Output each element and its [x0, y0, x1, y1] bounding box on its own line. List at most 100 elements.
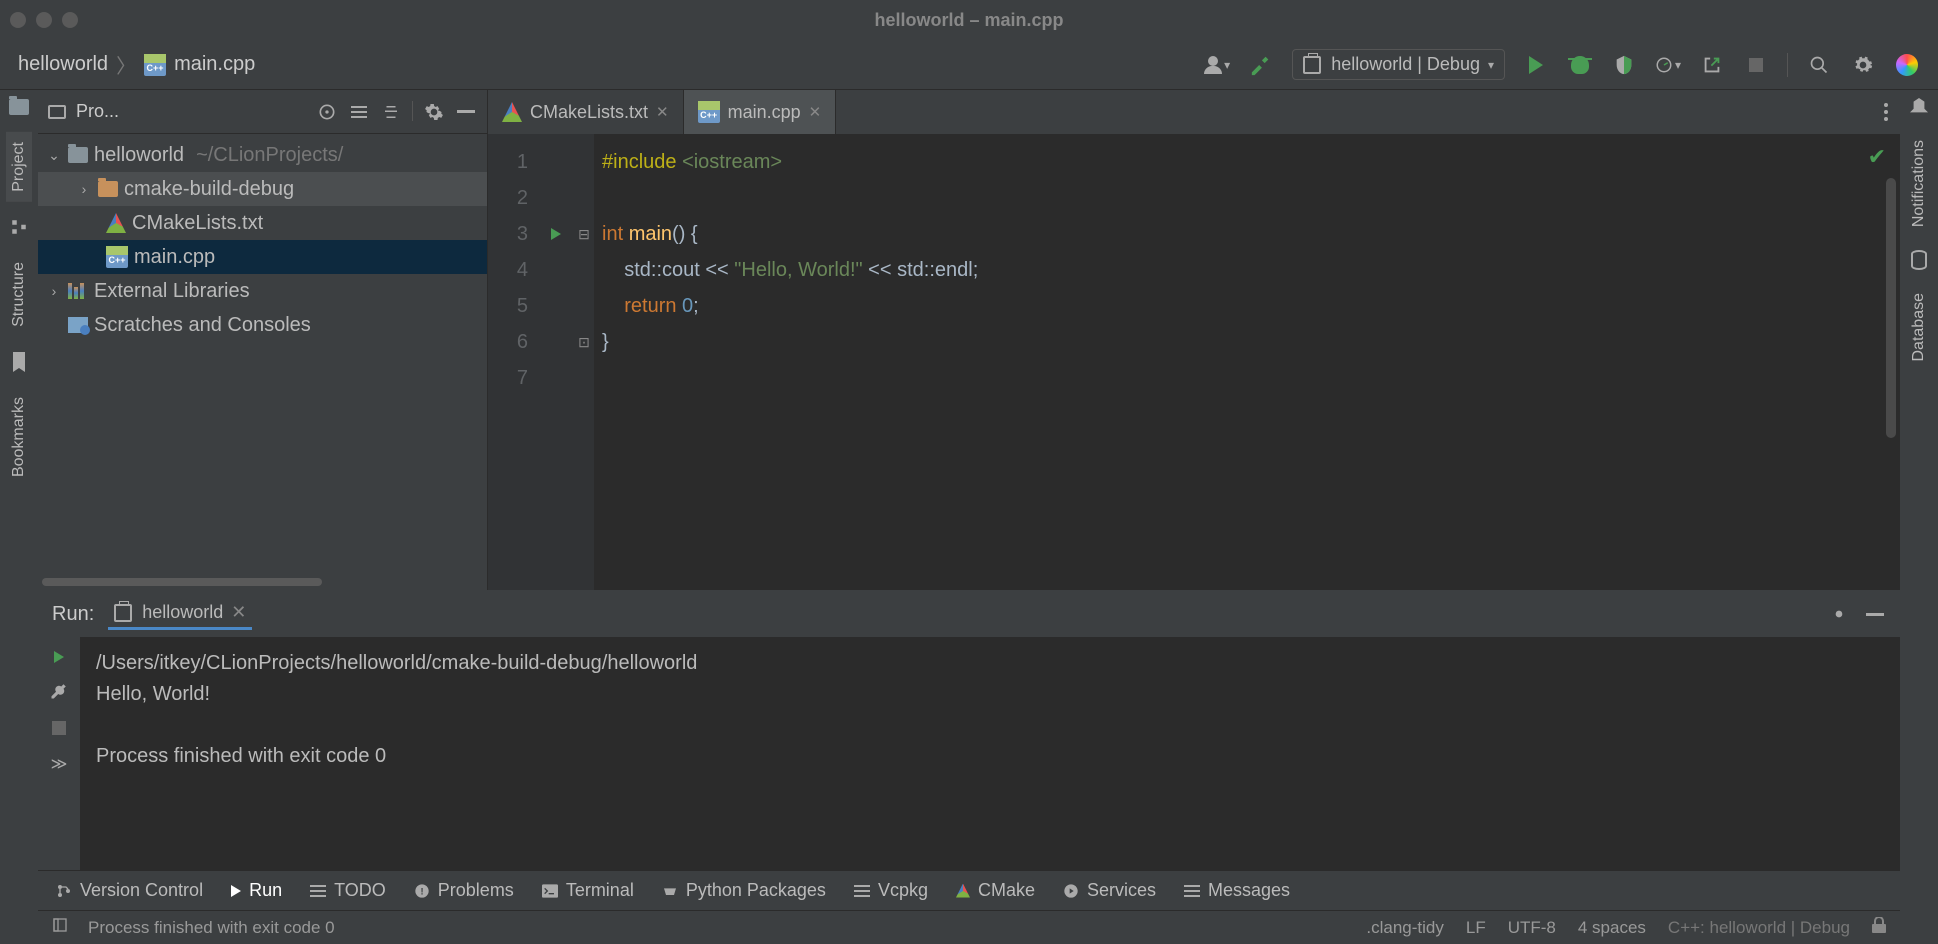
- bb-services[interactable]: Services: [1063, 880, 1156, 901]
- run-gutter: [538, 134, 574, 590]
- tree-label: Scratches and Consoles: [94, 314, 311, 337]
- database-rail-icon[interactable]: [1908, 249, 1930, 271]
- fold-end-icon[interactable]: ⊡: [574, 324, 594, 360]
- database-rail-tab[interactable]: Database: [1906, 283, 1932, 372]
- structure-rail-tab[interactable]: Structure: [6, 252, 32, 337]
- select-opened-icon[interactable]: [316, 101, 338, 123]
- bookmarks-rail-icon[interactable]: [8, 351, 30, 373]
- tree-cmakelists[interactable]: CMakeLists.txt: [38, 206, 487, 240]
- project-view-icon[interactable]: [48, 105, 66, 119]
- status-clang[interactable]: .clang-tidy: [1366, 918, 1443, 938]
- breadcrumb[interactable]: helloworld 〉 main.cpp: [0, 50, 255, 79]
- project-panel-header: Pro...: [38, 90, 487, 134]
- tree-label: main.cpp: [134, 246, 215, 269]
- tree-cmake-build[interactable]: › cmake-build-debug: [38, 172, 487, 206]
- build-hammer-icon[interactable]: [1248, 52, 1274, 78]
- console-output[interactable]: /Users/itkey/CLionProjects/helloworld/cm…: [80, 637, 1900, 870]
- run-panel-tab[interactable]: helloworld ✕: [108, 598, 252, 630]
- coverage-icon[interactable]: [1611, 52, 1637, 78]
- status-lock-icon[interactable]: [1872, 917, 1886, 938]
- collapse-all-icon[interactable]: [380, 101, 402, 123]
- chevron-right-icon[interactable]: ›: [46, 283, 62, 299]
- notifications-rail-icon[interactable]: [1908, 96, 1930, 118]
- tree-root[interactable]: ⌄ helloworld ~/CLionProjects/: [38, 138, 487, 172]
- bb-terminal[interactable]: Terminal: [542, 880, 634, 901]
- window-controls: [10, 12, 78, 28]
- line-number-gutter[interactable]: 1 2 3 4 5 6 7: [488, 134, 538, 590]
- svg-text:!: !: [420, 886, 423, 896]
- bb-vcpkg[interactable]: Vcpkg: [854, 880, 928, 901]
- rerun-icon[interactable]: [54, 647, 64, 668]
- close-tab-icon[interactable]: ✕: [809, 103, 822, 121]
- profile-icon[interactable]: ▾: [1655, 52, 1681, 78]
- stop-icon[interactable]: [52, 719, 66, 740]
- structure-rail-icon[interactable]: [8, 216, 30, 238]
- status-context[interactable]: C++: helloworld | Debug: [1668, 918, 1850, 938]
- bb-run[interactable]: Run: [231, 880, 282, 901]
- project-tree[interactable]: ⌄ helloworld ~/CLionProjects/ › cmake-bu…: [38, 134, 487, 574]
- tab-main-cpp[interactable]: main.cpp ✕: [684, 90, 837, 134]
- tab-cmakelists[interactable]: CMakeLists.txt ✕: [488, 90, 684, 134]
- run-line-icon[interactable]: [538, 216, 574, 252]
- breadcrumb-root[interactable]: helloworld: [18, 53, 108, 76]
- bb-python[interactable]: Python Packages: [662, 880, 826, 901]
- attach-icon[interactable]: [1699, 52, 1725, 78]
- project-panel: Pro... ⌄ helloworld ~/: [38, 90, 488, 590]
- status-tool-icon[interactable]: [52, 917, 68, 938]
- tab-options-icon[interactable]: [1884, 103, 1888, 121]
- run-settings-icon[interactable]: [1828, 603, 1850, 625]
- bb-cmake[interactable]: CMake: [956, 880, 1035, 901]
- status-encoding[interactable]: UTF-8: [1508, 918, 1556, 938]
- maximize-window[interactable]: [62, 12, 78, 28]
- folder-icon: [68, 147, 88, 163]
- breadcrumb-file[interactable]: main.cpp: [174, 53, 255, 76]
- run-configuration-selector[interactable]: helloworld | Debug ▾: [1292, 49, 1505, 80]
- close-window[interactable]: [10, 12, 26, 28]
- minimize-window[interactable]: [36, 12, 52, 28]
- notifications-rail-tab[interactable]: Notifications: [1906, 130, 1932, 237]
- status-line-ending[interactable]: LF: [1466, 918, 1486, 938]
- tree-label: CMakeLists.txt: [132, 212, 263, 235]
- code-area[interactable]: 1 2 3 4 5 6 7 ⊟: [488, 134, 1900, 590]
- hide-run-panel-icon[interactable]: [1864, 603, 1886, 625]
- bb-version-control[interactable]: Version Control: [56, 880, 203, 901]
- search-icon[interactable]: [1806, 52, 1832, 78]
- tree-label: External Libraries: [94, 280, 250, 303]
- status-indent[interactable]: 4 spaces: [1578, 918, 1646, 938]
- more-icon[interactable]: ≫: [51, 754, 68, 774]
- analysis-ok-icon[interactable]: ✔: [1868, 144, 1886, 170]
- tree-main-cpp[interactable]: main.cpp: [38, 240, 487, 274]
- panel-settings-icon[interactable]: [423, 101, 445, 123]
- project-panel-title[interactable]: Pro...: [76, 101, 119, 122]
- expand-all-icon[interactable]: [348, 101, 370, 123]
- project-rail-tab[interactable]: Project: [6, 132, 32, 202]
- tree-external-libs[interactable]: › External Libraries: [38, 274, 487, 308]
- breadcrumb-separator: 〉: [116, 50, 136, 79]
- settings-icon[interactable]: [1850, 52, 1876, 78]
- tree-scratches[interactable]: Scratches and Consoles: [38, 308, 487, 342]
- user-icon[interactable]: ▾: [1204, 52, 1230, 78]
- chevron-down-icon[interactable]: ⌄: [46, 147, 62, 164]
- wrench-icon[interactable]: [50, 682, 68, 705]
- close-run-tab-icon[interactable]: ✕: [231, 602, 246, 623]
- code-text[interactable]: #include <iostream> int main() { std::co…: [594, 134, 1900, 590]
- hide-panel-icon[interactable]: [455, 101, 477, 123]
- project-rail-icon[interactable]: [8, 96, 30, 118]
- bb-todo[interactable]: TODO: [310, 880, 386, 901]
- bookmarks-rail-tab[interactable]: Bookmarks: [6, 387, 32, 487]
- fold-start-icon[interactable]: ⊟: [574, 216, 594, 252]
- stop-button[interactable]: [1743, 52, 1769, 78]
- fold-gutter[interactable]: ⊟ ⊡: [574, 134, 594, 590]
- tree-label: cmake-build-debug: [124, 178, 294, 201]
- cpp-file-icon: [144, 54, 166, 76]
- close-tab-icon[interactable]: ✕: [656, 103, 669, 121]
- run-button[interactable]: [1523, 52, 1549, 78]
- bb-problems[interactable]: !Problems: [414, 880, 514, 901]
- bb-messages[interactable]: Messages: [1184, 880, 1290, 901]
- editor-scrollbar[interactable]: [1886, 178, 1896, 438]
- jetbrains-icon[interactable]: [1894, 52, 1920, 78]
- debug-button[interactable]: [1567, 52, 1593, 78]
- editor: CMakeLists.txt ✕ main.cpp ✕ 1: [488, 90, 1900, 590]
- project-horizontal-scrollbar[interactable]: [38, 574, 487, 590]
- chevron-right-icon[interactable]: ›: [76, 181, 92, 197]
